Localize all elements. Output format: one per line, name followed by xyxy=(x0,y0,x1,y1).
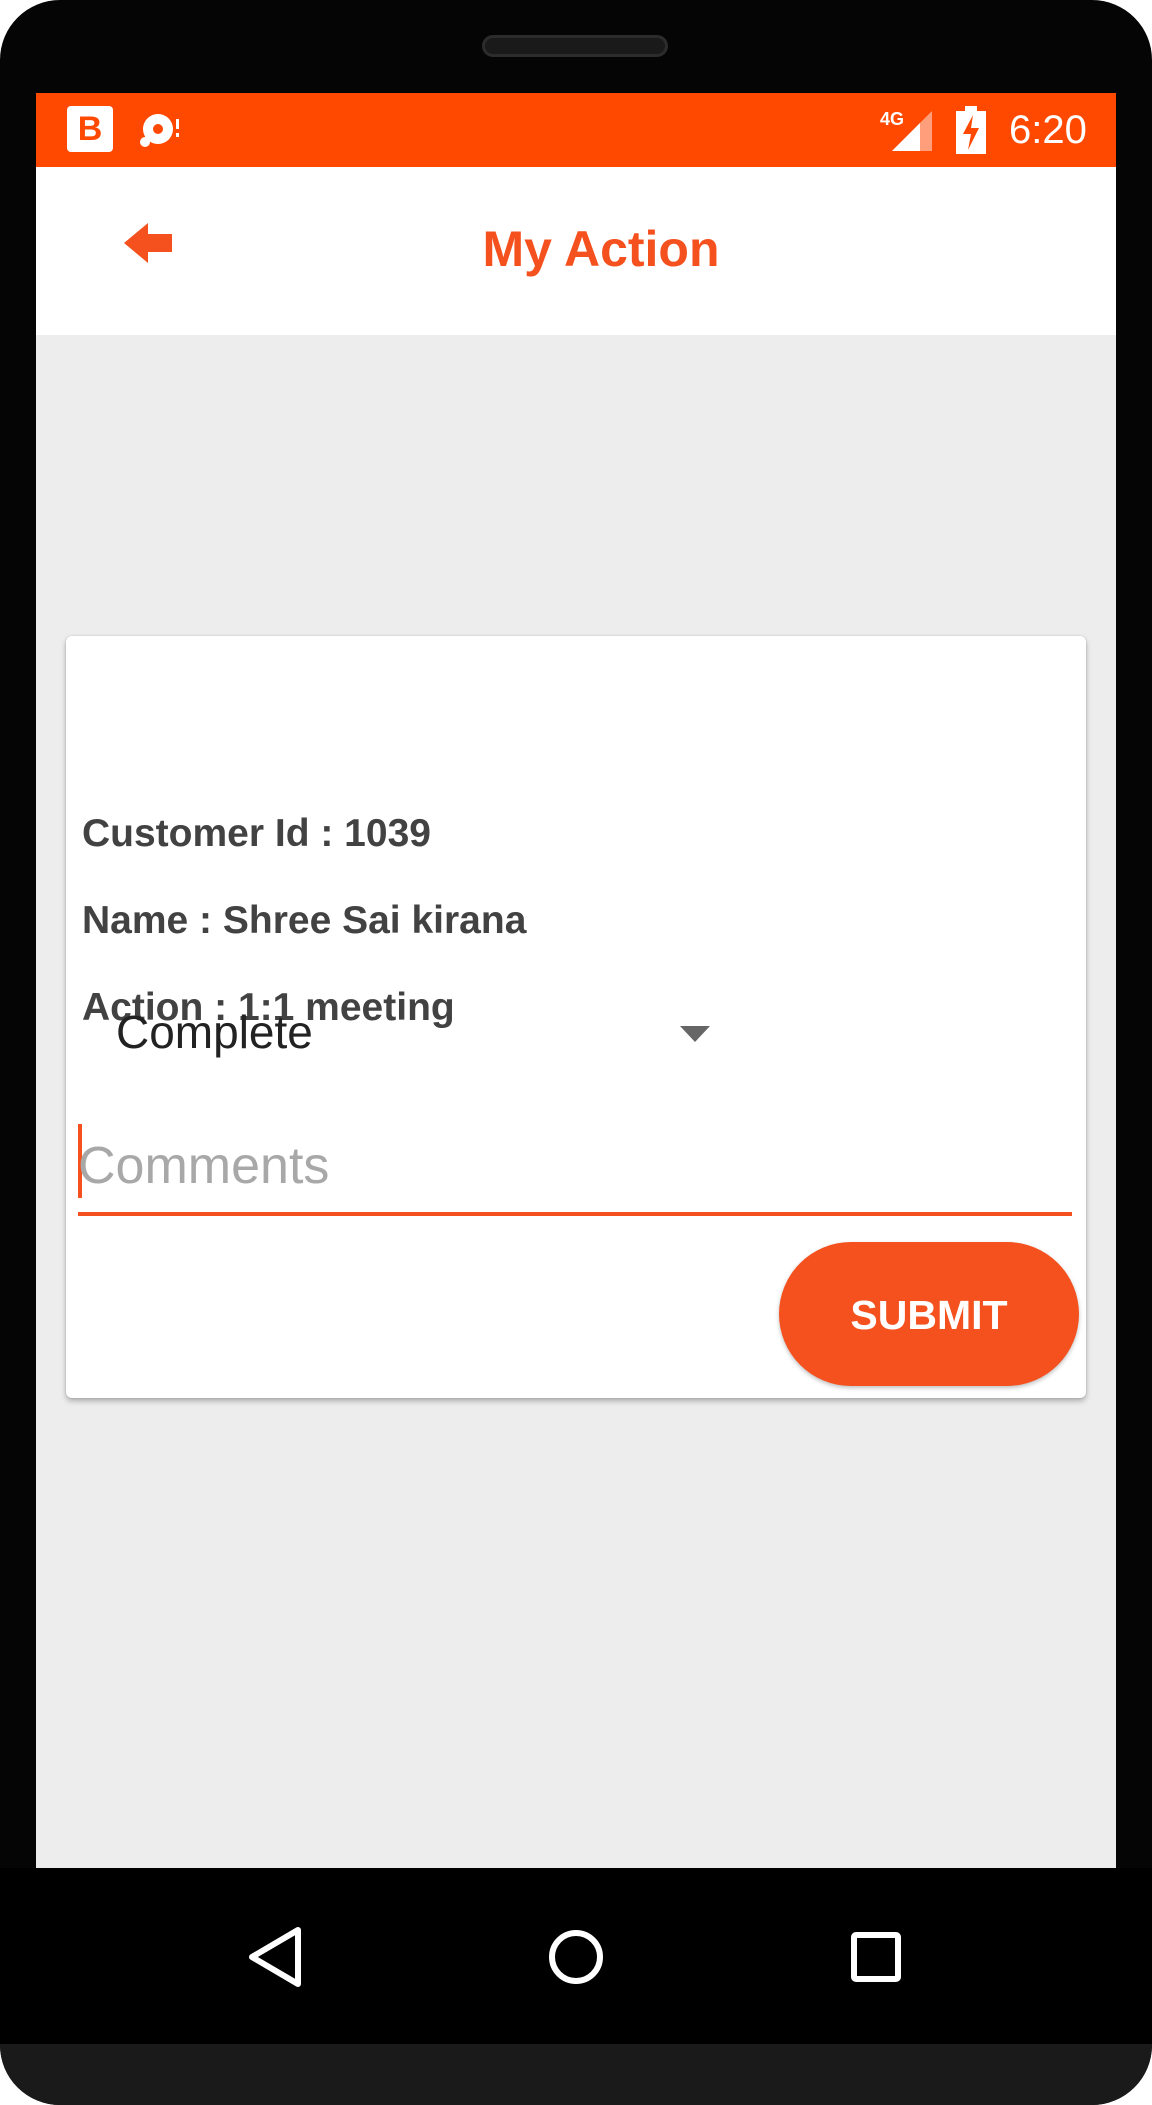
submit-button[interactable]: SUBMIT xyxy=(779,1242,1079,1386)
comments-input[interactable] xyxy=(78,1132,1058,1200)
nav-home-icon[interactable] xyxy=(531,1912,621,2002)
status-dropdown[interactable]: Complete xyxy=(116,996,716,1066)
earpiece-speaker xyxy=(482,35,668,57)
customer-name-text: Name : Shree Sai kirana xyxy=(82,899,527,942)
nav-back-icon[interactable] xyxy=(230,1912,320,2002)
svg-text:4G: 4G xyxy=(880,109,904,129)
status-time: 6:20 xyxy=(1009,108,1087,152)
phone-frame: B 4G 6:20 My Action Customer Id: 1039 N… xyxy=(0,0,1152,2105)
app-badge-icon: B xyxy=(67,106,113,152)
system-nav-bar xyxy=(0,1868,1152,2044)
nav-recents-icon[interactable] xyxy=(831,1912,921,2002)
battery-charging-icon xyxy=(956,106,986,154)
recording-icon xyxy=(140,114,179,147)
page-title: My Action xyxy=(482,221,720,277)
status-dropdown-value: Complete xyxy=(116,1006,313,1058)
bottom-bezel xyxy=(0,2044,1152,2105)
signal-icon: 4G xyxy=(880,109,932,151)
dropdown-arrow-icon xyxy=(680,1026,710,1042)
action-card: Customer Id : 1039 Name : Shree Sai kira… xyxy=(66,636,1086,1398)
status-bar: B 4G 6:20 xyxy=(36,93,1116,167)
app-bar: My Action xyxy=(36,167,1116,335)
comments-field[interactable] xyxy=(78,1124,1072,1216)
app-screen: B 4G 6:20 My Action Customer Id: 1039 N… xyxy=(36,93,1116,1868)
customer-id-text: Customer Id : 1039 xyxy=(82,812,431,855)
